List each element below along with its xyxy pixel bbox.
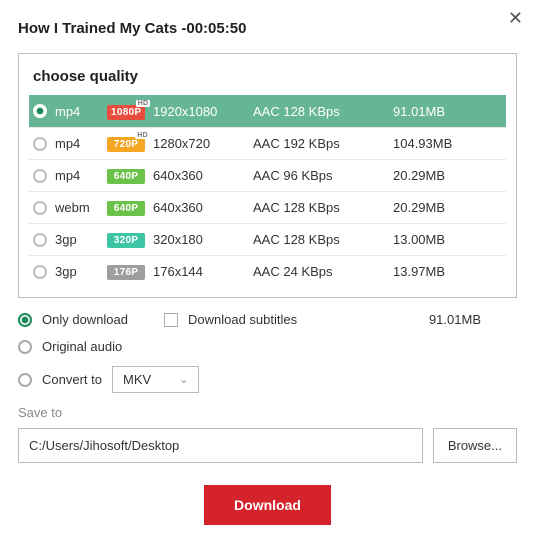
chevron-down-icon: ⌄ <box>179 373 188 386</box>
size-label: 20.29MB <box>393 200 502 215</box>
format-label: 3gp <box>55 232 107 247</box>
selected-size: 91.01MB <box>429 312 517 327</box>
radio-icon[interactable] <box>33 169 47 183</box>
radio-icon[interactable] <box>33 137 47 151</box>
format-label: webm <box>55 200 107 215</box>
quality-heading: choose quality <box>29 64 506 95</box>
original-audio-label: Original audio <box>42 339 122 354</box>
save-path-input[interactable] <box>18 428 423 463</box>
radio-icon[interactable] <box>33 201 47 215</box>
audio-label: AAC 192 KBps <box>253 136 393 151</box>
resolution-badge: 640P <box>107 167 153 184</box>
quality-row[interactable]: webm 640P 640x360 AAC 128 KBps 20.29MB <box>29 191 506 223</box>
audio-label: AAC 128 KBps <box>253 200 393 215</box>
resolution-label: 1280x720 <box>153 136 253 151</box>
resolution-label: 176x144 <box>153 264 253 279</box>
resolution-label: 640x360 <box>153 200 253 215</box>
quality-row[interactable]: mp4 720PHD 1280x720 AAC 192 KBps 104.93M… <box>29 127 506 159</box>
format-label: mp4 <box>55 168 107 183</box>
quality-row[interactable]: 3gp 320P 320x180 AAC 128 KBps 13.00MB <box>29 223 506 255</box>
audio-label: AAC 128 KBps <box>253 104 393 119</box>
resolution-badge: 720PHD <box>107 135 153 152</box>
only-download-radio[interactable] <box>18 313 32 327</box>
save-to-label: Save to <box>18 405 517 420</box>
resolution-badge: 176P <box>107 263 153 280</box>
close-icon[interactable]: ✕ <box>508 8 523 29</box>
browse-button[interactable]: Browse... <box>433 428 517 463</box>
size-label: 91.01MB <box>393 104 502 119</box>
quality-row[interactable]: mp4 1080PHD 1920x1080 AAC 128 KBps 91.01… <box>29 95 506 127</box>
audio-label: AAC 24 KBps <box>253 264 393 279</box>
radio-icon[interactable] <box>33 104 47 118</box>
radio-icon[interactable] <box>33 233 47 247</box>
convert-to-label: Convert to <box>42 372 102 387</box>
format-label: 3gp <box>55 264 107 279</box>
format-label: mp4 <box>55 136 107 151</box>
quality-panel: choose quality mp4 1080PHD 1920x1080 AAC… <box>18 53 517 298</box>
window-title: How I Trained My Cats -00:05:50 <box>18 20 517 37</box>
resolution-badge: 320P <box>107 231 153 248</box>
size-label: 13.00MB <box>393 232 502 247</box>
radio-icon[interactable] <box>33 265 47 279</box>
resolution-label: 1920x1080 <box>153 104 253 119</box>
resolution-label: 320x180 <box>153 232 253 247</box>
quality-row[interactable]: mp4 640P 640x360 AAC 96 KBps 20.29MB <box>29 159 506 191</box>
download-subtitles-checkbox[interactable] <box>164 313 178 327</box>
audio-label: AAC 96 KBps <box>253 168 393 183</box>
download-subtitles-label: Download subtitles <box>188 312 297 327</box>
size-label: 104.93MB <box>393 136 502 151</box>
resolution-label: 640x360 <box>153 168 253 183</box>
only-download-label: Only download <box>42 312 128 327</box>
quality-rows: mp4 1080PHD 1920x1080 AAC 128 KBps 91.01… <box>29 95 506 287</box>
size-label: 13.97MB <box>393 264 502 279</box>
audio-label: AAC 128 KBps <box>253 232 393 247</box>
convert-to-radio[interactable] <box>18 373 32 387</box>
size-label: 20.29MB <box>393 168 502 183</box>
original-audio-radio[interactable] <box>18 340 32 354</box>
download-button[interactable]: Download <box>204 485 331 525</box>
convert-format-value: MKV <box>123 372 151 387</box>
options-panel: Only download Download subtitles 91.01MB… <box>18 312 517 393</box>
convert-format-select[interactable]: MKV ⌄ <box>112 366 199 393</box>
resolution-badge: 1080PHD <box>107 103 153 120</box>
resolution-badge: 640P <box>107 199 153 216</box>
format-label: mp4 <box>55 104 107 119</box>
quality-row[interactable]: 3gp 176P 176x144 AAC 24 KBps 13.97MB <box>29 255 506 287</box>
